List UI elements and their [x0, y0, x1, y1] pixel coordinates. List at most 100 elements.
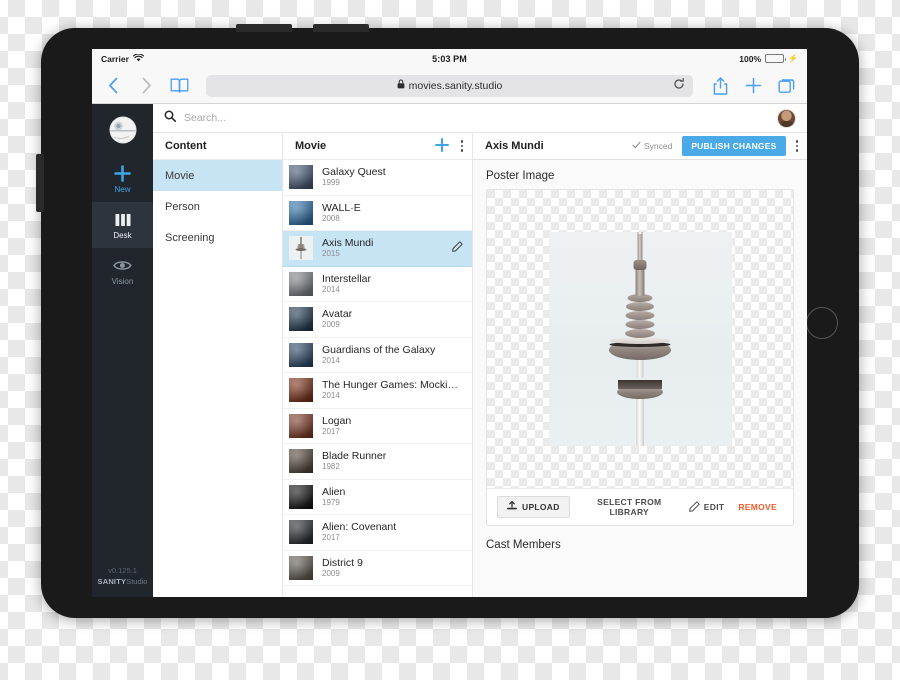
movie-thumbnail: [289, 413, 313, 438]
cast-members-label: Cast Members: [486, 539, 561, 551]
movie-list-item[interactable]: District 9 2009: [283, 551, 472, 586]
movie-pane-menu-button[interactable]: [460, 140, 463, 152]
movie-year: 2009: [322, 568, 340, 578]
poster-image-label: Poster Image: [486, 170, 555, 182]
page-title: Axis Mundi: [485, 140, 544, 152]
movie-thumbnail: [289, 342, 313, 367]
movie-thumbnail: [289, 165, 313, 190]
content-item-movie[interactable]: Movie: [153, 160, 282, 191]
sidebar-item-label: Desk: [113, 231, 132, 240]
movie-list-item[interactable]: The Hunger Games: Mockin… 2014: [283, 373, 472, 409]
chevron-right-icon: [136, 76, 156, 96]
movie-list-item[interactable]: Alien 1979: [283, 480, 472, 515]
share-icon[interactable]: [710, 76, 730, 96]
sanity-studio-app: New Desk Vision v0.125.1 SANITYStudio Se…: [92, 104, 807, 597]
movie-year: 2014: [322, 391, 340, 401]
volume-up-button[interactable]: [236, 24, 292, 32]
book-icon[interactable]: [169, 76, 189, 96]
plus-icon[interactable]: [743, 76, 763, 96]
url-bar[interactable]: movies.sanity.studio: [206, 74, 693, 97]
movie-thumbnail: [289, 378, 313, 403]
movie-title: The Hunger Games: Mockin…: [322, 379, 463, 392]
lightning-bolt-icon: ⚡: [788, 54, 798, 63]
movie-list[interactable]: Galaxy Quest 1999 WALL·E 2008 Axis Mundi 2015…: [283, 160, 472, 597]
studio-version-footer: v0.125.1 SANITYStudio: [92, 565, 153, 588]
movie-list-item[interactable]: Guardians of the Galaxy 2014: [283, 338, 472, 373]
movie-title: Galaxy Quest: [322, 166, 386, 179]
movie-thumbnail: [289, 449, 313, 474]
pencil-icon: [688, 500, 700, 514]
ios-status-bar: Carrier 5:03 PM 100% ⚡: [92, 49, 807, 68]
movie-title: Alien: [322, 485, 346, 498]
movie-pane-title: Movie: [295, 140, 327, 152]
safari-toolbar: movies.sanity.studio: [92, 68, 807, 104]
tabs-icon[interactable]: [776, 76, 796, 96]
power-button[interactable]: [36, 154, 44, 212]
sidebar-item-desk[interactable]: Desk: [92, 202, 153, 248]
sidebar-item-new[interactable]: New: [92, 156, 153, 202]
publish-changes-button[interactable]: PUBLISH CHANGES: [682, 136, 786, 156]
chevron-left-icon[interactable]: [103, 76, 123, 96]
document-menu-button[interactable]: [795, 140, 798, 152]
movie-title: District 9: [322, 556, 363, 569]
movie-title: Interstellar: [322, 272, 372, 285]
movie-year: 1979: [322, 497, 340, 507]
poster-image-preview[interactable]: [487, 190, 793, 488]
movie-title: Axis Mundi: [322, 237, 374, 250]
movie-list-item[interactable]: WALL·E 2008: [283, 196, 472, 231]
movie-year: 2014: [322, 284, 340, 294]
movie-list-item[interactable]: Logan 2017: [283, 409, 472, 444]
content-item-screening[interactable]: Screening: [153, 222, 282, 253]
movie-thumbnail: [289, 236, 313, 261]
home-button[interactable]: [806, 307, 838, 339]
movie-list-item[interactable]: Interstellar 2014: [283, 267, 472, 302]
ipad-device-frame: Carrier 5:03 PM 100% ⚡ movies.sanity.stu…: [36, 24, 859, 618]
tv-tower-photo: [548, 232, 732, 446]
sync-status-label: Synced: [643, 141, 673, 151]
movie-list-item[interactable]: Blade Runner 1982: [283, 444, 472, 480]
document-body: Poster Image UPLOAD SELECT FROM LIBRARY …: [473, 160, 807, 597]
brand-name: SANITY: [97, 577, 127, 587]
movie-pane-header: Movie: [283, 133, 472, 160]
movie-thumbnail: [289, 520, 313, 545]
movie-list-item[interactable]: Galaxy Quest 1999: [283, 160, 472, 196]
death-star-logo-icon[interactable]: [107, 114, 139, 146]
volume-down-button[interactable]: [313, 24, 369, 32]
movie-thumbnail: [289, 484, 313, 509]
studio-main: Search... Content Movie Person Screening…: [153, 104, 807, 597]
poster-actions-bar: UPLOAD SELECT FROM LIBRARY EDIT REMOVE: [487, 488, 793, 525]
brand-suffix: Studio: [126, 577, 148, 587]
search-input[interactable]: Search...: [184, 112, 226, 124]
add-movie-button[interactable]: [434, 137, 449, 155]
url-text: movies.sanity.studio: [408, 79, 503, 92]
movie-list-item[interactable]: Axis Mundi 2015: [283, 231, 472, 267]
movie-title: WALL·E: [322, 201, 361, 214]
status-bar-time: 5:03 PM: [432, 53, 467, 64]
pencil-icon[interactable]: [452, 239, 463, 257]
studio-version-number: v0.125.1: [108, 565, 137, 575]
movie-list-item[interactable]: Avatar 2009: [283, 302, 472, 338]
select-from-library-label: SELECT FROM LIBRARY: [597, 497, 662, 517]
device-screen: Carrier 5:03 PM 100% ⚡ movies.sanity.stu…: [92, 49, 807, 597]
reload-icon[interactable]: [673, 77, 685, 95]
movie-year: 2008: [322, 213, 340, 223]
remove-image-button[interactable]: REMOVE: [738, 502, 777, 512]
edit-image-button[interactable]: EDIT: [688, 500, 725, 514]
content-pane: Content Movie Person Screening: [153, 133, 283, 597]
avatar[interactable]: [777, 108, 796, 128]
upload-button[interactable]: UPLOAD: [497, 496, 570, 518]
movie-thumbnail: [289, 307, 313, 332]
select-from-library-button[interactable]: SELECT FROM LIBRARY: [584, 497, 675, 517]
search-bar[interactable]: Search...: [153, 104, 807, 133]
content-item-person[interactable]: Person: [153, 191, 282, 222]
sidebar-item-label: Vision: [111, 277, 134, 286]
movie-thumbnail: [289, 200, 313, 225]
movie-title: Alien: Covenant: [322, 521, 397, 534]
movie-title: Avatar: [322, 308, 353, 321]
sidebar-item-vision[interactable]: Vision: [92, 248, 153, 294]
movie-title: Logan: [322, 414, 352, 427]
movie-list-item[interactable]: Alien: Covenant 2017: [283, 515, 472, 551]
battery-percent-label: 100%: [739, 53, 762, 64]
check-icon: [632, 141, 641, 151]
edit-label: EDIT: [703, 502, 725, 512]
